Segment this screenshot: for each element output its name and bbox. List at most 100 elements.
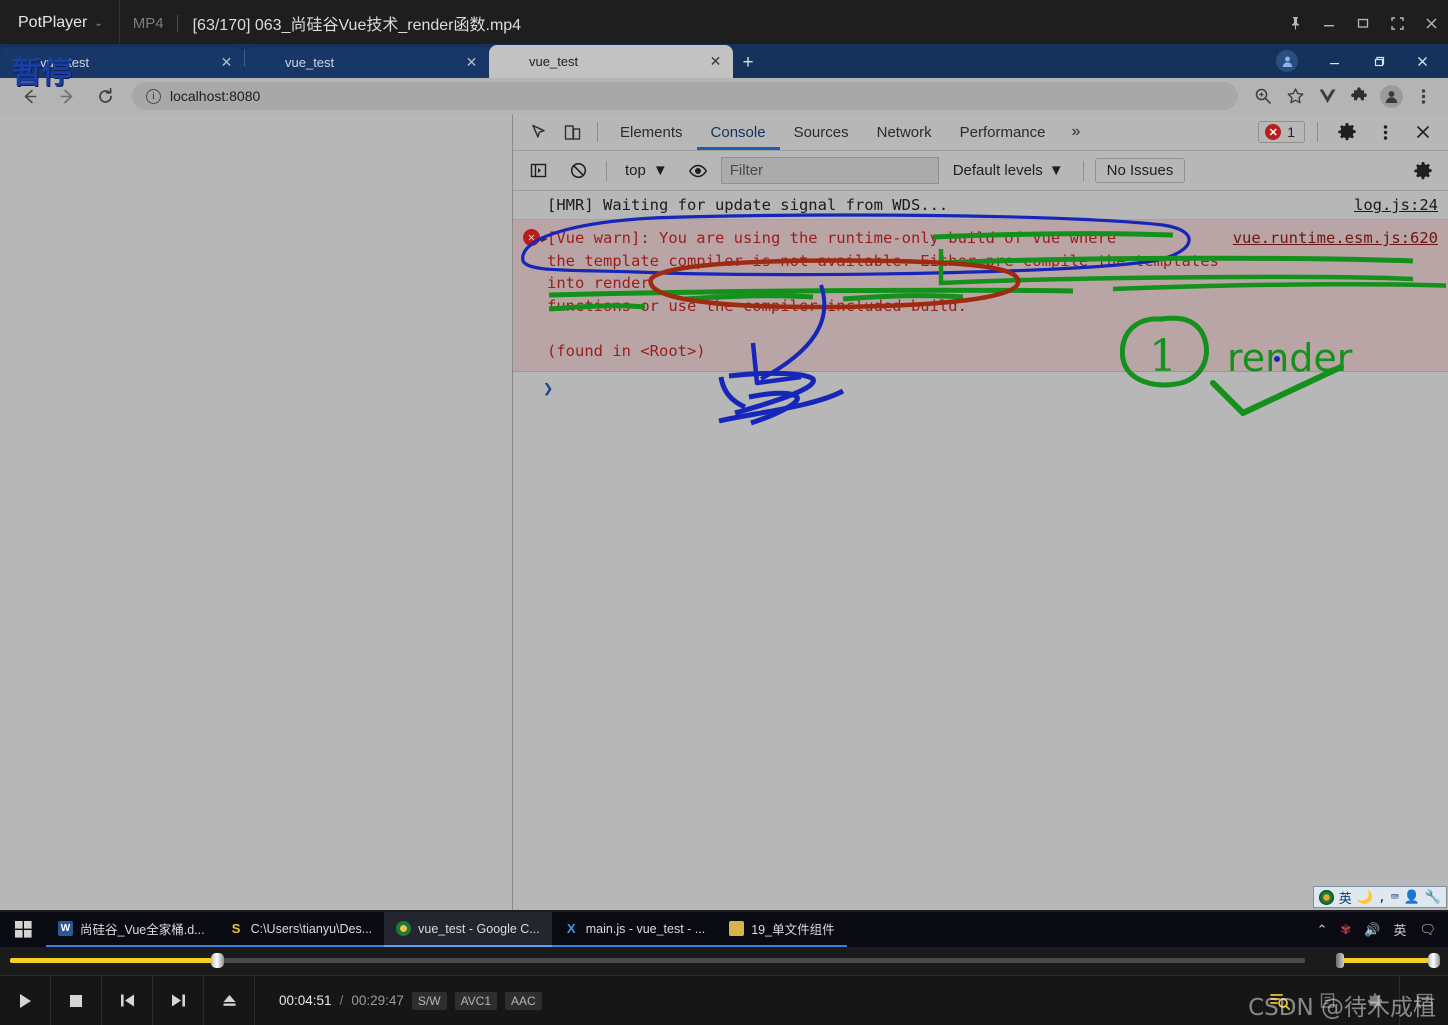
settings-gear-icon[interactable] — [1351, 976, 1399, 1025]
console-toolbar-divider — [606, 160, 607, 181]
taskbar-item-chrome[interactable]: vue_test - Google C... — [384, 912, 552, 947]
console-source-link[interactable]: log.js:24 — [1346, 196, 1438, 214]
player-time-display: 00:04:51 / 00:29:47 S/W AVC1 AAC — [255, 991, 542, 1010]
devtools-panel: Elements Console Sources Network Perform… — [513, 114, 1448, 910]
kebab-menu-icon[interactable] — [1368, 115, 1402, 149]
gear-icon[interactable] — [1330, 115, 1364, 149]
seek-handle[interactable] — [211, 953, 225, 968]
tab-console[interactable]: Console — [697, 114, 780, 150]
fullscreen-icon[interactable] — [1380, 0, 1414, 46]
close-icon[interactable] — [1414, 0, 1448, 46]
console-filter-input[interactable] — [720, 157, 939, 184]
wrench-icon[interactable]: 🔧 — [1425, 890, 1441, 905]
keyboard-icon[interactable]: ⌨ — [1391, 890, 1399, 905]
close-icon[interactable]: ✕ — [219, 54, 234, 71]
comma-icon[interactable]: , — [1378, 890, 1386, 905]
taskbar-item-label: C:\Users\tianyu\Des... — [250, 921, 373, 936]
extensions-puzzle-icon[interactable] — [1344, 81, 1374, 111]
console-messages[interactable]: [HMR] Waiting for update signal from WDS… — [513, 191, 1448, 910]
windows-start-icon[interactable] — [0, 912, 46, 947]
stop-icon[interactable] — [51, 975, 102, 1025]
execution-context-select[interactable]: top ▼ — [618, 158, 675, 184]
chrome-menu-icon[interactable] — [1408, 81, 1438, 111]
playlist-icon[interactable] — [1303, 976, 1351, 1025]
profile-avatar-icon[interactable] — [1376, 81, 1406, 111]
pin-icon[interactable] — [1278, 0, 1312, 46]
browser-tab-active[interactable]: vue_test ✕ — [489, 45, 733, 78]
eject-icon[interactable] — [204, 975, 255, 1025]
tab-performance[interactable]: Performance — [946, 114, 1060, 150]
more-tabs-button[interactable]: » — [1060, 123, 1093, 141]
play-icon[interactable] — [0, 975, 51, 1025]
tab-title: vue_test — [285, 55, 335, 70]
site-info-icon[interactable]: i — [146, 88, 161, 104]
address-bar[interactable]: i localhost:8080 — [132, 82, 1238, 110]
time-total: 00:29:47 — [351, 993, 404, 1008]
taskbar-item-word[interactable]: W 尚硅谷_Vue全家桶.d... — [46, 912, 217, 947]
tab-profile-avatar-icon[interactable] — [1276, 50, 1298, 72]
console-settings-gear-icon[interactable] — [1406, 154, 1440, 188]
minimize-icon[interactable] — [1312, 0, 1346, 46]
notification-icon[interactable]: 🗨 — [1419, 922, 1436, 938]
volume-icon[interactable]: 🔊 — [1364, 922, 1380, 938]
console-prompt[interactable]: ❯ — [513, 372, 1448, 404]
playlist-search-icon[interactable] — [1255, 976, 1303, 1025]
console-source-link[interactable]: vue.runtime.esm.js:620 — [1225, 227, 1438, 362]
restore-icon[interactable] — [1356, 46, 1400, 77]
error-count-value: 1 — [1287, 124, 1295, 140]
error-count-badge[interactable]: ✕ 1 — [1258, 121, 1305, 143]
back-button[interactable] — [12, 81, 46, 111]
clear-console-icon[interactable] — [561, 154, 595, 188]
close-icon[interactable] — [1406, 115, 1440, 149]
inspect-element-icon[interactable] — [521, 115, 555, 149]
new-tab-button[interactable]: + — [733, 47, 763, 78]
vue-devtools-icon[interactable] — [1312, 81, 1342, 111]
moon-icon[interactable]: 🌙 — [1357, 890, 1373, 905]
console-sidebar-icon[interactable] — [521, 154, 555, 188]
device-toolbar-icon[interactable] — [555, 115, 589, 149]
bookmark-star-icon[interactable] — [1280, 81, 1310, 111]
taskbar-item-explorer[interactable]: S C:\Users\tianyu\Des... — [216, 912, 385, 947]
issues-button[interactable]: No Issues — [1094, 158, 1186, 183]
zoom-icon[interactable] — [1248, 81, 1278, 111]
ime-mode-label[interactable]: 英 — [1339, 888, 1352, 907]
browser-tab[interactable]: vue_test ✕ — [0, 47, 244, 78]
forward-button[interactable] — [50, 81, 84, 111]
taskbar-item-folder[interactable]: 19_单文件组件 — [717, 912, 847, 947]
live-expression-eye-icon[interactable] — [681, 154, 715, 188]
sogou-logo-icon[interactable] — [1318, 889, 1334, 905]
omnibox-icons — [1248, 81, 1438, 111]
chrome-tabstrip: vue_test ✕ vue_test ✕ vue_test ✕ + 暂停 — [0, 44, 1448, 91]
ime-toolbar[interactable]: 英 🌙 , ⌨ 👤 🔧 — [1312, 886, 1447, 908]
maximize-icon[interactable] — [1346, 0, 1380, 46]
volume-handle[interactable] — [1428, 953, 1440, 968]
flower-icon[interactable]: ✾ — [1340, 922, 1351, 938]
expand-arrow-icon[interactable]: ▶ — [541, 228, 548, 251]
close-icon[interactable]: ✕ — [464, 54, 479, 71]
close-icon[interactable]: ✕ — [708, 53, 723, 70]
volume-slider[interactable] — [1336, 953, 1440, 968]
chevron-up-icon[interactable]: ⌃ — [1316, 922, 1327, 938]
chrome-window: vue_test ✕ vue_test ✕ vue_test ✕ + 暂停 i … — [0, 44, 1448, 910]
previous-icon[interactable] — [102, 975, 153, 1025]
tab-sources[interactable]: Sources — [780, 114, 863, 150]
screen-root: PotPlayer ⌄ MP4 [63/170] 063_尚硅谷Vue技术_re… — [0, 0, 1448, 1025]
user-icon[interactable]: 👤 — [1404, 890, 1420, 905]
console-message-error[interactable]: ✕ ▶ [Vue warn]: You are using the runtim… — [513, 220, 1448, 372]
close-icon[interactable] — [1400, 46, 1444, 77]
reload-button[interactable] — [88, 81, 122, 111]
chrome-icon — [396, 921, 412, 936]
browser-tab[interactable]: vue_test ✕ — [245, 47, 489, 78]
tab-elements[interactable]: Elements — [606, 114, 697, 150]
expand-panel-icon[interactable] — [1400, 976, 1448, 1025]
seek-bar[interactable] — [10, 953, 1305, 968]
log-levels-select[interactable]: Default levels ▼ — [945, 162, 1072, 179]
tray-ime-label[interactable]: 英 — [1393, 920, 1406, 939]
taskbar-item-vscode[interactable]: X main.js - vue_test - ... — [551, 912, 718, 947]
next-icon[interactable] — [153, 975, 204, 1025]
minimize-icon[interactable] — [1312, 46, 1356, 77]
tab-network[interactable]: Network — [863, 114, 946, 150]
console-message-info[interactable]: [HMR] Waiting for update signal from WDS… — [513, 191, 1448, 220]
codec-badge-audio: AAC — [505, 991, 542, 1010]
potplayer-menu-button[interactable]: PotPlayer ⌄ — [0, 0, 119, 46]
